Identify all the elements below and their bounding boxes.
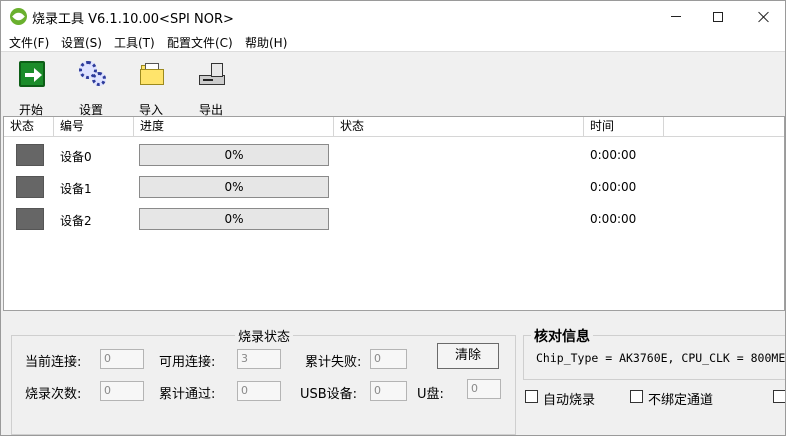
burn-count-field[interactable]: 0 <box>100 381 144 401</box>
device-status-indicator <box>16 144 44 166</box>
udisk-field[interactable]: 0 <box>467 379 501 399</box>
minimize-button[interactable] <box>653 1 699 32</box>
menu-file[interactable]: 文件(F) <box>9 34 49 51</box>
burn-status-title: 烧录状态 <box>235 326 294 345</box>
unbound-channel-checkbox[interactable] <box>630 390 643 403</box>
column-header-state[interactable]: 状态 <box>4 117 54 137</box>
device-status-indicator <box>16 176 44 198</box>
column-header-progress[interactable]: 进度 <box>134 117 334 137</box>
start-arrow-icon <box>19 61 45 87</box>
export-button[interactable]: 导出 <box>187 59 235 117</box>
auto-burn-label[interactable]: 自动烧录 <box>543 389 595 408</box>
verify-info-title: 核对信息 <box>531 326 593 346</box>
maximize-icon <box>713 11 723 22</box>
total-passed-field[interactable]: 0 <box>237 381 281 401</box>
verify-info-text: Chip_Type = AK3760E, CPU_CLK = 800ME <box>536 351 786 365</box>
progress-bar: 0% <box>139 176 329 198</box>
settings-button[interactable]: 设置 <box>67 59 115 117</box>
usb-devices-label: USB设备: <box>300 387 358 402</box>
menu-settings[interactable]: 设置(S) <box>61 34 102 51</box>
device-name: 设备1 <box>60 182 92 196</box>
available-connections-field[interactable]: 3 <box>237 349 281 369</box>
available-connections-label: 可用连接: <box>159 355 216 370</box>
close-button[interactable] <box>741 1 785 32</box>
total-passed-label: 累计通过: <box>159 387 216 402</box>
column-header-number[interactable]: 编号 <box>54 117 134 137</box>
maximize-button[interactable] <box>695 1 741 32</box>
udisk-label: U盘: <box>417 387 444 402</box>
current-connections-label: 当前连接: <box>25 355 82 370</box>
burn-count-label: 烧录次数: <box>25 387 82 402</box>
current-connections-field[interactable]: 0 <box>100 349 144 369</box>
start-button[interactable]: 开始 <box>7 59 55 117</box>
column-header-status[interactable]: 状态 <box>334 117 584 137</box>
clear-button[interactable]: 清除 <box>437 343 499 369</box>
column-header-blank <box>664 117 784 137</box>
total-failed-field[interactable]: 0 <box>370 349 407 369</box>
column-header-time[interactable]: 时间 <box>584 117 664 137</box>
elapsed-time: 0:00:00 <box>590 148 637 162</box>
usb-devices-field[interactable]: 0 <box>370 381 407 401</box>
window-title: 烧录工具 V6.1.10.00<SPI NOR> <box>32 12 234 27</box>
gears-icon <box>79 61 106 87</box>
menu-config-file[interactable]: 配置文件(C) <box>167 34 233 51</box>
total-failed-label: 累计失败: <box>305 355 362 370</box>
menu-bar: 文件(F) 设置(S) 工具(T) 配置文件(C) 帮助(H) <box>1 32 785 52</box>
export-device-icon <box>199 61 225 87</box>
minimize-icon <box>671 16 681 17</box>
menu-tools[interactable]: 工具(T) <box>114 34 155 51</box>
device-name: 设备2 <box>60 214 92 228</box>
auto-burn-checkbox[interactable] <box>525 390 538 403</box>
folder-import-icon <box>139 61 165 87</box>
device-status-indicator <box>16 208 44 230</box>
import-button[interactable]: 导入 <box>127 59 175 117</box>
app-logo-icon <box>10 8 27 25</box>
device-list[interactable]: 状态 编号 进度 状态 时间 设备0 0% 0:00:00 设备1 0% 0:0… <box>3 116 785 311</box>
unbound-channel-label[interactable]: 不绑定通道 <box>648 389 713 408</box>
title-bar: 烧录工具 V6.1.10.00<SPI NOR> <box>1 1 785 32</box>
toolbar: 开始 设置 导入 导出 <box>1 53 785 117</box>
menu-help[interactable]: 帮助(H) <box>245 34 287 51</box>
elapsed-time: 0:00:00 <box>590 180 637 194</box>
close-icon <box>758 11 770 23</box>
device-name: 设备0 <box>60 150 92 164</box>
progress-bar: 0% <box>139 144 329 166</box>
extra-option-checkbox[interactable] <box>773 390 785 403</box>
progress-bar: 0% <box>139 208 329 230</box>
app-window: 烧录工具 V6.1.10.00<SPI NOR> 文件(F) 设置(S) 工具(… <box>0 0 786 436</box>
elapsed-time: 0:00:00 <box>590 212 637 226</box>
